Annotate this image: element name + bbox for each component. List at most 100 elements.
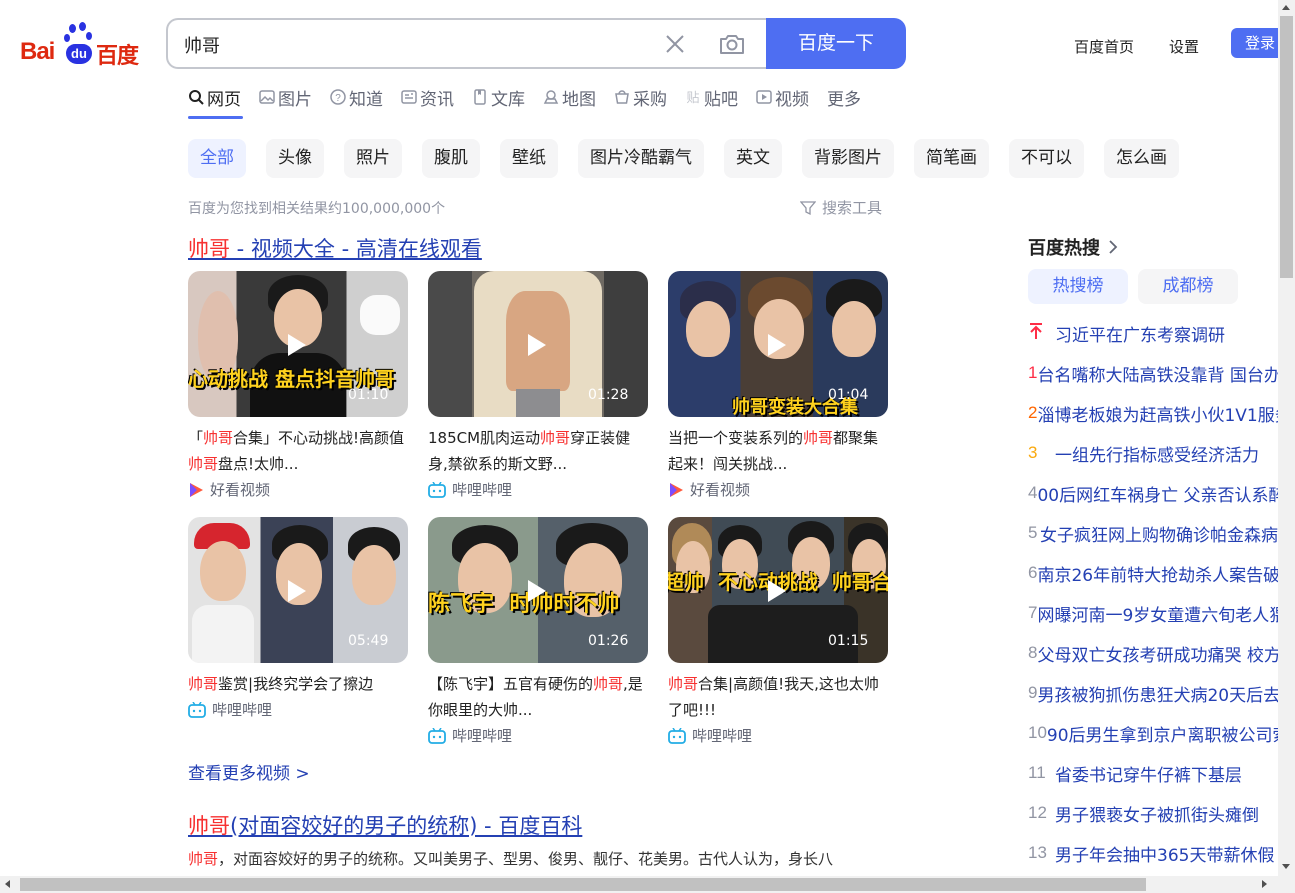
tab-wenku[interactable]: 文库 — [472, 85, 525, 110]
image-icon — [259, 90, 275, 104]
video-card[interactable]: 帅哥变装大合集 01:04 当把一个变装系列的帅哥都聚集起来！闯关挑战... 好… — [668, 271, 888, 500]
video-description[interactable]: 「帅哥合集」不心动挑战!高颜值帅哥盘点!太帅... — [188, 425, 408, 477]
hot-item-text: 男子猥亵女子被抓街头瘫倒 — [1055, 805, 1259, 826]
bilibili-icon — [428, 727, 446, 744]
hot-item-text: 习近平在广东考察调研 — [1055, 325, 1225, 346]
hot-item[interactable]: 5 女子疯狂网上购物确诊帕金森病 — [1028, 521, 1278, 545]
scroll-down-arrow[interactable] — [1282, 864, 1290, 869]
chip-sketch[interactable]: 简笔画 — [914, 139, 989, 178]
vertical-scroll-thumb[interactable] — [1280, 16, 1293, 278]
video-description[interactable]: 当把一个变装系列的帅哥都聚集起来！闯关挑战... — [668, 425, 888, 477]
baidu-logo[interactable]: Bai du 百度 — [20, 22, 150, 69]
video-card[interactable]: 05:49 帅哥鉴赏|我终究学会了擦边 哔哩哔哩 — [188, 517, 408, 720]
video-thumbnail[interactable]: 超帅 不心动挑战 帅哥合集 01:15 — [668, 517, 888, 663]
chip-all[interactable]: 全部 — [188, 139, 246, 178]
scroll-left-arrow[interactable] — [5, 880, 10, 888]
chip-photo[interactable]: 照片 — [344, 139, 402, 178]
tab-chengdu-list[interactable]: 成都榜 — [1138, 269, 1238, 304]
video-source: 好看视频 — [188, 479, 408, 500]
desc-highlight: 帅哥 — [188, 675, 219, 693]
video-description[interactable]: 【陈飞宇】五官有硬伤的帅哥,是你眼里的大帅... — [428, 671, 648, 723]
thumb-caption: 陈飞宇 时帅时不帅 — [428, 592, 620, 617]
tab-news[interactable]: 资讯 — [401, 85, 454, 110]
tab-web[interactable]: 网页 — [188, 85, 241, 110]
chip-cannot[interactable]: 不可以 — [1009, 139, 1084, 178]
result-title-videos[interactable]: 帅哥 - 视频大全 - 高清在线观看 — [188, 233, 482, 263]
result-title-baike[interactable]: 帅哥(对面容姣好的男子的统称) - 百度百科 — [188, 810, 582, 840]
tab-video[interactable]: 视频 — [756, 85, 809, 110]
tab-tieba[interactable]: 贴 贴吧 — [685, 85, 738, 110]
chip-abs[interactable]: 腹肌 — [422, 139, 480, 178]
hot-rank: 5 — [1028, 523, 1038, 542]
video-thumbnail[interactable]: 陈飞宇 时帅时不帅 01:26 — [428, 517, 648, 663]
vertical-scrollbar[interactable] — [1278, 0, 1295, 876]
scroll-right-arrow[interactable] — [1262, 880, 1267, 888]
tab-images[interactable]: 图片 — [259, 85, 312, 110]
video-card[interactable]: 01:28 185CM肌肉运动帅哥穿正装健身,禁欲系的斯文野... 哔哩哔哩 — [428, 271, 648, 500]
search-button[interactable]: 百度一下 — [766, 18, 906, 69]
search-tools-button[interactable]: 搜索工具 — [800, 197, 882, 218]
hot-item-text: 父母双亡女孩考研成功痛哭 校方回应 — [1037, 645, 1278, 666]
tab-hot-list[interactable]: 热搜榜 — [1028, 269, 1128, 304]
horizontal-scrollbar[interactable] — [0, 876, 1295, 893]
chip-back[interactable]: 背影图片 — [802, 139, 894, 178]
video-thumbnail[interactable]: 01:28 — [428, 271, 648, 417]
horizontal-scroll-thumb[interactable] — [20, 878, 1146, 891]
hot-item-text: 00后网红车祸身亡 父亲否认系醉驾 — [1037, 485, 1278, 506]
camera-icon[interactable] — [718, 32, 746, 56]
chip-cool[interactable]: 图片冷酷霸气 — [578, 139, 704, 178]
video-thumbnail[interactable]: 帅哥变装大合集 01:04 — [668, 271, 888, 417]
tab-purchase[interactable]: 采购 — [614, 85, 667, 110]
bilibili-icon — [188, 701, 206, 718]
tab-zhidao[interactable]: ? 知道 — [330, 85, 383, 110]
tab-more[interactable]: 更多 — [827, 85, 861, 110]
title-rest: - 视频大全 - 高清在线观看 — [230, 237, 482, 261]
chip-howto[interactable]: 怎么画 — [1104, 139, 1179, 178]
video-source: 哔哩哔哩 — [668, 725, 888, 746]
chip-wallpaper[interactable]: 壁纸 — [500, 139, 558, 178]
scroll-up-arrow[interactable] — [1282, 5, 1290, 10]
hot-rank: 13 — [1028, 843, 1047, 862]
clear-icon[interactable] — [664, 33, 686, 55]
video-thumbnail[interactable]: 05:49 — [188, 517, 408, 663]
desc-text: 合集|高颜值!我天,这也太帅了吧!!! — [668, 675, 879, 719]
hot-item[interactable]: 7 网曝河南一9岁女童遭六旬老人猥亵 — [1028, 601, 1278, 625]
hot-rank: 8 — [1028, 643, 1038, 662]
hot-rank: 2 — [1028, 403, 1038, 422]
hot-item[interactable]: 2 淄博老板娘为赶高铁小伙1V1服务 — [1028, 401, 1278, 425]
hot-item[interactable]: 13 男子年会抽中365天带薪休假 — [1028, 841, 1278, 865]
video-description[interactable]: 帅哥鉴赏|我终究学会了擦边 — [188, 671, 408, 697]
video-card[interactable]: 超帅 不心动挑战 帅哥合集 01:15 帅哥合集|高颜值!我天,这也太帅了吧!!… — [668, 517, 888, 746]
baidu-home-link[interactable]: 百度首页 — [1074, 36, 1134, 57]
more-videos-link[interactable]: 查看更多视频 > — [188, 759, 310, 784]
svg-text:?: ? — [335, 93, 341, 104]
settings-link[interactable]: 设置 — [1169, 36, 1199, 57]
desc-highlight: 帅哥 — [188, 455, 219, 473]
desc-text: ，对面容姣好的男子的统称。又叫美男子、型男、俊男、靓仔、花美男。古代人认为，身长… — [218, 850, 834, 868]
chip-english[interactable]: 英文 — [724, 139, 782, 178]
search-input[interactable] — [184, 32, 654, 58]
hot-item-text: 90后男生拿到京户离职被公司索赔 — [1046, 725, 1278, 746]
hot-item[interactable]: 9 男孩被狗抓伤患狂犬病20天后去世 — [1028, 681, 1278, 705]
video-thumbnail[interactable]: 心动挑战 盘点抖音帅哥 01:10 — [188, 271, 408, 417]
hot-item[interactable]: 4 00后网红车祸身亡 父亲否认系醉驾 — [1028, 481, 1278, 505]
chip-avatar[interactable]: 头像 — [266, 139, 324, 178]
hot-item[interactable]: 11 省委书记穿牛仔裤下基层 — [1028, 761, 1278, 785]
hot-rank: 9 — [1028, 683, 1038, 702]
play-icon — [768, 580, 786, 602]
video-description[interactable]: 帅哥合集|高颜值!我天,这也太帅了吧!!! — [668, 671, 888, 723]
hot-search-title[interactable]: 百度热搜 — [1028, 234, 1120, 260]
hot-item[interactable]: 6 南京26年前特大抢劫杀人案告破 — [1028, 561, 1278, 585]
hot-item[interactable]: 1090后男生拿到京户离职被公司索赔 — [1028, 721, 1278, 745]
bilibili-icon — [668, 727, 686, 744]
video-description[interactable]: 185CM肌肉运动帅哥穿正装健身,禁欲系的斯文野... — [428, 425, 648, 477]
video-card[interactable]: 陈飞宇 时帅时不帅 01:26 【陈飞宇】五官有硬伤的帅哥,是你眼里的大帅...… — [428, 517, 648, 746]
video-card[interactable]: 心动挑战 盘点抖音帅哥 01:10 「帅哥合集」不心动挑战!高颜值帅哥盘点!太帅… — [188, 271, 408, 500]
hot-item[interactable]: 1台名嘴称大陆高铁没靠背 国台办回应 — [1028, 361, 1278, 385]
tab-map[interactable]: 地图 — [543, 85, 596, 110]
hot-item[interactable]: 习近平在广东考察调研 — [1028, 321, 1278, 345]
hot-item[interactable]: 12 男子猥亵女子被抓街头瘫倒 — [1028, 801, 1278, 825]
active-tab-underline — [188, 116, 243, 119]
hot-item[interactable]: 8父母双亡女孩考研成功痛哭 校方回应 — [1028, 641, 1278, 665]
hot-item[interactable]: 3 一组先行指标感受经济活力 — [1028, 441, 1278, 465]
